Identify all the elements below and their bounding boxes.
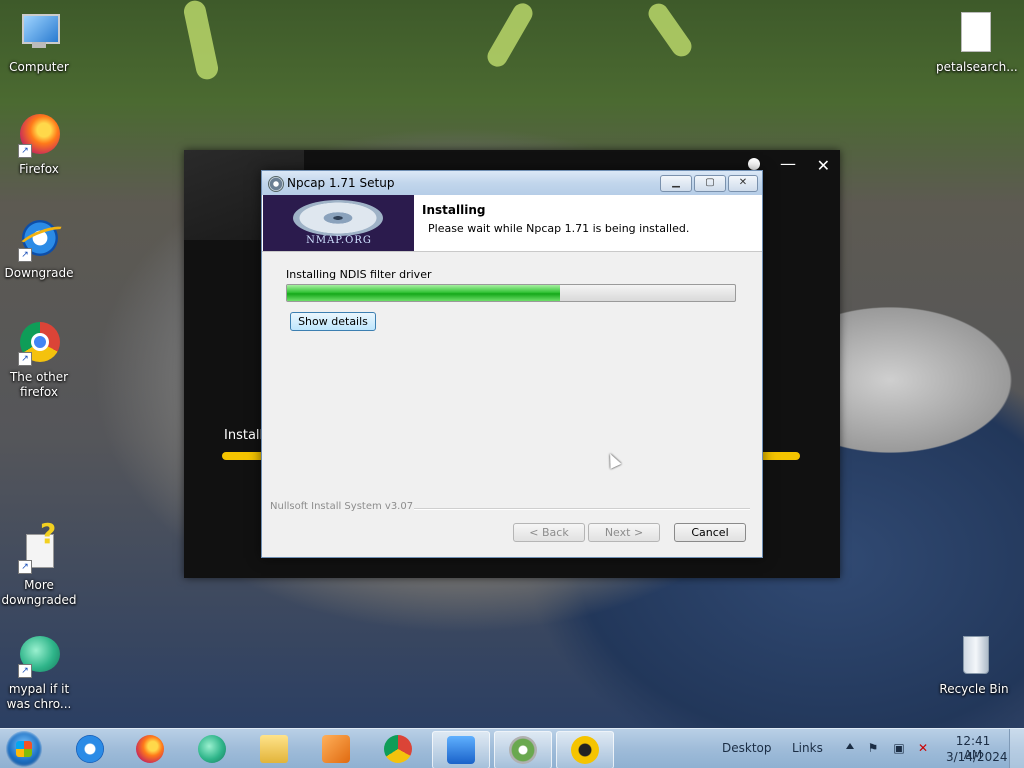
mypal-icon bbox=[198, 735, 226, 763]
taskbar-mypal[interactable] bbox=[184, 731, 240, 767]
desktop-icon-label: More downgraded bbox=[1, 578, 77, 607]
desktop-icon-label: Computer bbox=[9, 60, 69, 74]
fern-leaf bbox=[483, 0, 537, 71]
desktop-icon-downgrade[interactable]: ↗ Downgrade bbox=[1, 216, 77, 281]
back-button[interactable]: < Back bbox=[513, 523, 585, 542]
wireshark-icon bbox=[447, 736, 475, 764]
fern-leaf bbox=[181, 0, 221, 82]
installer-icon bbox=[571, 736, 599, 764]
shortcut-arrow-icon: ↗ bbox=[18, 352, 32, 366]
header-title: Installing bbox=[422, 203, 486, 217]
firefox-icon bbox=[136, 735, 164, 763]
setup-icon bbox=[509, 736, 537, 764]
taskbar-installer[interactable] bbox=[556, 731, 614, 768]
shortcut-arrow-icon: ↗ bbox=[18, 144, 32, 158]
dialog-title: Npcap 1.71 Setup bbox=[287, 176, 395, 190]
nmap-logo: NMAP.ORG bbox=[263, 195, 414, 251]
media-player-icon bbox=[322, 735, 350, 763]
shortcut-arrow-icon: ↗ bbox=[18, 248, 32, 262]
show-hidden-icons-icon[interactable] bbox=[846, 743, 854, 749]
help-icon[interactable] bbox=[748, 158, 760, 170]
internet-explorer-icon bbox=[76, 735, 104, 763]
desktop-icon-petalsearch[interactable]: petalsearch... bbox=[936, 10, 1018, 75]
chrome-icon: ↗ bbox=[16, 320, 62, 366]
desktop-icon-the-other-firefox[interactable]: ↗ The other firefox bbox=[1, 320, 77, 400]
dialog-header: NMAP.ORG Installing Please wait while Np… bbox=[262, 195, 762, 252]
desktop-icon-label: Downgrade bbox=[4, 266, 74, 280]
next-button[interactable]: Next > bbox=[588, 523, 660, 542]
recycle-bin-icon bbox=[951, 632, 997, 678]
progress-fill bbox=[287, 285, 561, 301]
links-toolbar[interactable]: Links bbox=[792, 741, 823, 755]
desktop-icon-recycle-bin[interactable]: Recycle Bin bbox=[936, 632, 1012, 697]
desktop-toolbar[interactable]: Desktop bbox=[722, 741, 772, 755]
folder-icon bbox=[260, 735, 288, 763]
network-icon[interactable]: ▣ bbox=[892, 741, 906, 755]
desktop-icon-more-downgraded[interactable]: ? ↗ More downgraded bbox=[1, 520, 77, 608]
shortcut-arrow-icon: ↗ bbox=[18, 664, 32, 678]
desktop-icon-label: The other firefox bbox=[9, 370, 69, 399]
desktop-icon-label: Recycle Bin bbox=[939, 682, 1009, 696]
desktop-icon-label: Firefox bbox=[19, 162, 59, 176]
eye-icon bbox=[293, 200, 383, 236]
dialog-titlebar[interactable]: Npcap 1.71 Setup ▁ ▢ ✕ bbox=[262, 171, 762, 195]
npcap-setup-dialog: Npcap 1.71 Setup ▁ ▢ ✕ NMAP.ORG Installi… bbox=[261, 170, 763, 558]
install-status-text: Installing NDIS filter driver bbox=[286, 268, 432, 281]
windows-logo-icon bbox=[16, 741, 32, 757]
maximize-icon: ▢ bbox=[705, 177, 715, 188]
taskbar-chrome[interactable] bbox=[370, 731, 426, 767]
desktop-icon-mypal[interactable]: ↗ mypal if it was chro... bbox=[1, 632, 77, 712]
close-icon: ✕ bbox=[738, 177, 748, 188]
mypal-icon: ↗ bbox=[16, 632, 62, 678]
minimize-button[interactable]: ▁ bbox=[660, 175, 692, 192]
clock-date[interactable]: 3/14/2024 bbox=[946, 750, 1008, 764]
fern-leaf bbox=[644, 0, 696, 61]
logo-text: NMAP.ORG bbox=[306, 235, 372, 246]
maximize-button[interactable]: ▢ bbox=[694, 175, 726, 192]
show-details-button[interactable]: Show details bbox=[290, 312, 376, 331]
flag-icon[interactable]: ⚑ bbox=[866, 741, 880, 755]
taskbar-media-player[interactable] bbox=[308, 731, 364, 767]
minimize-icon: ▁ bbox=[672, 177, 680, 188]
taskbar-npcap-setup[interactable] bbox=[494, 731, 552, 768]
footer-divider bbox=[414, 508, 750, 510]
chrome-icon bbox=[384, 735, 412, 763]
internet-explorer-icon: ↗ bbox=[16, 216, 70, 262]
close-icon[interactable]: ✕ bbox=[817, 156, 830, 175]
cancel-button[interactable]: Cancel bbox=[674, 523, 746, 542]
taskbar-firefox[interactable] bbox=[122, 731, 178, 767]
close-button[interactable]: ✕ bbox=[728, 175, 758, 192]
desktop-icon-firefox[interactable]: ↗ Firefox bbox=[1, 112, 77, 177]
taskbar-explorer[interactable] bbox=[246, 731, 302, 767]
minimize-icon[interactable]: — bbox=[780, 154, 796, 173]
taskbar-wireshark[interactable] bbox=[432, 731, 490, 768]
firefox-icon: ↗ bbox=[16, 112, 62, 158]
show-desktop-button[interactable] bbox=[1009, 729, 1024, 768]
installer-brand: Nullsoft Install System v3.07 bbox=[270, 501, 414, 512]
header-subtitle: Please wait while Npcap 1.71 is being in… bbox=[428, 222, 690, 235]
install-progress-bar bbox=[286, 284, 736, 302]
shortcut-arrow-icon: ↗ bbox=[18, 560, 32, 574]
volume-muted-icon[interactable]: ✕ bbox=[916, 741, 930, 755]
taskbar-ie[interactable] bbox=[62, 731, 118, 767]
setup-app-icon bbox=[268, 176, 284, 192]
taskbar: Desktop Links ⚑ ▣ ✕ 12:41 AM 3/14/2024 bbox=[0, 728, 1024, 768]
file-icon bbox=[951, 10, 997, 56]
computer-icon bbox=[16, 10, 62, 56]
start-button[interactable] bbox=[6, 731, 42, 767]
help-document-icon: ? ↗ bbox=[16, 520, 62, 574]
desktop-icon-label: mypal if it was chro... bbox=[6, 682, 72, 711]
desktop-icon-label: petalsearch... bbox=[936, 60, 1018, 74]
desktop-icon-computer[interactable]: Computer bbox=[1, 10, 77, 75]
